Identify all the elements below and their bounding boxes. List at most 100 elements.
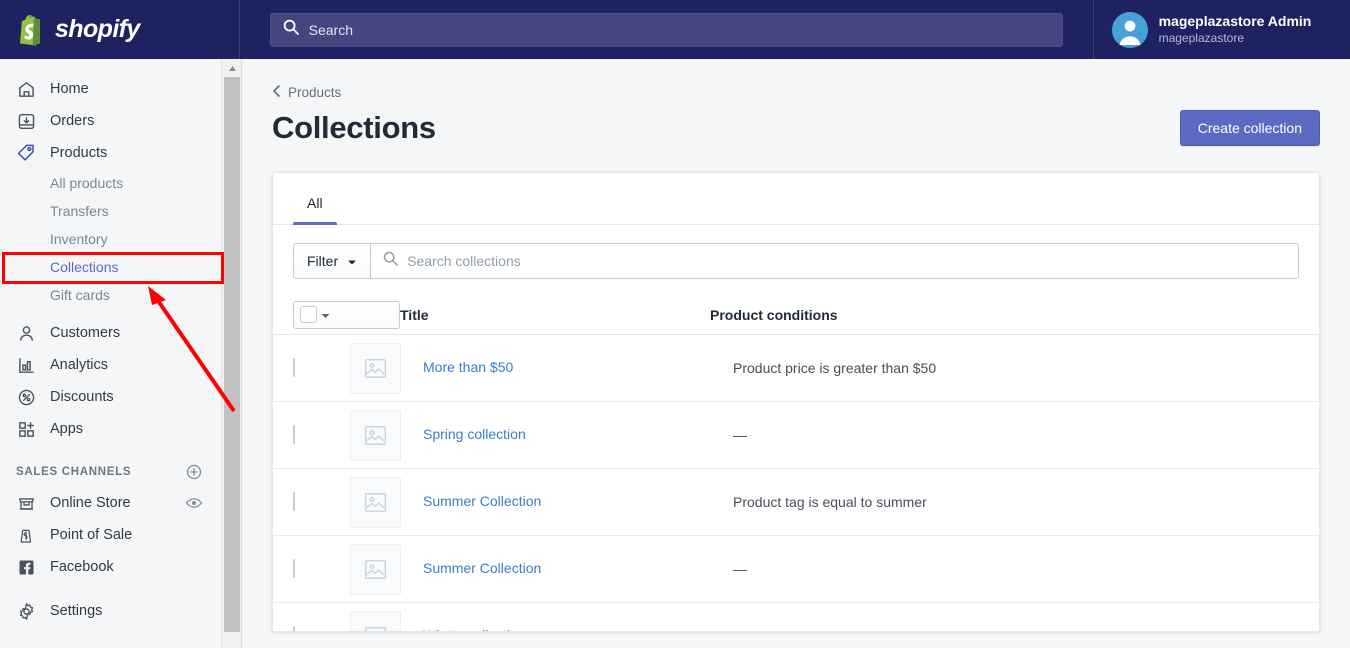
sidebar-item-label: Discounts — [50, 389, 114, 405]
collection-title-link[interactable]: Spring collection — [423, 426, 526, 442]
sidebar-item-online-store[interactable]: Online Store — [0, 487, 221, 519]
sidebar-item-label: Facebook — [50, 559, 114, 575]
row-checkbox[interactable] — [293, 492, 295, 511]
account-name: mageplazastore Admin — [1158, 13, 1312, 30]
collection-title-link[interactable]: Summer Collection — [423, 560, 541, 576]
sidebar-subitem-transfers[interactable]: Transfers — [0, 197, 221, 225]
collection-title-link[interactable]: Summer Collection — [423, 493, 541, 509]
sidebar-item-customers[interactable]: Customers — [0, 317, 221, 349]
home-icon — [16, 79, 36, 99]
eye-icon[interactable] — [185, 494, 203, 512]
chevron-up-icon[interactable] — [222, 59, 242, 77]
sidebar-item-label: Analytics — [50, 357, 109, 373]
filter-button[interactable]: Filter — [293, 243, 372, 279]
collection-conditions: Product price is greater than $50 — [733, 360, 937, 376]
column-header-product-conditions: Product conditions — [710, 306, 838, 323]
shopify-admin-window: shopify Search mageplazastore Admin mage… — [0, 0, 1350, 648]
orders-inbox-icon — [16, 111, 36, 131]
image-placeholder-icon — [350, 476, 401, 528]
create-collection-button[interactable]: Create collection — [1179, 110, 1320, 146]
products-tag-icon — [16, 143, 36, 163]
checkbox-icon[interactable] — [300, 306, 317, 323]
sidebar-subitem-label: Inventory — [50, 231, 108, 247]
search-collections-input[interactable]: Search collections — [371, 243, 1299, 279]
table-row[interactable]: Summer Collection — — [273, 536, 1319, 603]
analytics-bars-icon — [16, 355, 36, 375]
collection-conditions: — — [733, 427, 747, 443]
shopify-logo[interactable]: shopify — [0, 0, 239, 59]
shopify-bag-icon — [16, 13, 46, 46]
image-placeholder-icon — [350, 543, 401, 595]
sidebar-subitem-inventory[interactable]: Inventory — [0, 225, 221, 253]
sidebar-item-label: Products — [50, 145, 108, 161]
sidebar-scrollbar-thumb[interactable] — [224, 77, 240, 632]
sidebar-item-analytics[interactable]: Analytics — [0, 349, 221, 381]
select-all-checkbox[interactable] — [293, 300, 400, 329]
sidebar-item-label: Apps — [50, 421, 84, 437]
sidebar-subitem-gift-cards[interactable]: Gift cards — [0, 281, 221, 309]
sidebar-item-apps[interactable]: Apps — [0, 413, 221, 445]
search-icon — [283, 19, 299, 40]
sales-channels-title: SALES CHANNELS — [16, 466, 132, 478]
table-row[interactable]: Winter collection — — [273, 603, 1319, 631]
facebook-icon — [16, 557, 36, 577]
filter-bar: Filter Search collections — [273, 225, 1319, 295]
collections-card: All Filter Search collections Title Prod… — [272, 172, 1320, 632]
sidebar-item-point-of-sale[interactable]: Point of Sale — [0, 519, 221, 551]
sales-channels-header: SALES CHANNELS — [0, 457, 221, 487]
tab-label: All — [307, 195, 323, 211]
sidebar-item-label: Online Store — [50, 495, 131, 511]
table-row[interactable]: Summer Collection Product tag is equal t… — [273, 469, 1319, 536]
point-of-sale-icon — [16, 525, 36, 545]
filter-label: Filter — [307, 253, 339, 269]
caret-down-icon[interactable] — [321, 306, 330, 324]
row-checkbox[interactable] — [293, 559, 295, 578]
breadcrumb[interactable]: Products — [272, 85, 1320, 100]
sidebar-item-label: Customers — [50, 325, 121, 341]
sidebar-item-home[interactable]: Home — [0, 73, 221, 105]
column-header-title: Title — [400, 306, 429, 323]
sidebar-item-facebook[interactable]: Facebook — [0, 551, 221, 583]
tab-all[interactable]: All — [293, 195, 337, 225]
sidebar-subitem-collections[interactable]: Collections — [0, 253, 221, 281]
discount-percent-icon — [16, 387, 36, 407]
chevron-left-icon — [272, 85, 281, 100]
sidebar-item-orders[interactable]: Orders — [0, 105, 221, 137]
account-store: mageplazastore — [1158, 30, 1244, 45]
sidebar-item-discounts[interactable]: Discounts — [0, 381, 221, 413]
sidebar-item-label: Orders — [50, 113, 95, 129]
sidebar-item-settings[interactable]: Settings — [0, 595, 221, 627]
page-title: Collections — [272, 110, 436, 145]
collection-title-link[interactable]: Winter collection — [423, 627, 526, 631]
sidebar-subitem-all-products[interactable]: All products — [0, 169, 221, 197]
customer-person-icon — [16, 323, 36, 343]
row-checkbox[interactable] — [293, 626, 295, 631]
sidebar-item-label: Point of Sale — [50, 527, 133, 543]
search-collections-placeholder: Search collections — [407, 253, 521, 269]
sidebar-subitem-label: Gift cards — [50, 287, 110, 303]
apps-grid-icon — [16, 419, 36, 439]
table-row[interactable]: Spring collection — — [273, 402, 1319, 469]
collection-title-link[interactable]: More than $50 — [423, 359, 513, 375]
collection-conditions: Product tag is equal to summer — [733, 494, 927, 510]
sidebar-subitem-label: Transfers — [50, 203, 109, 219]
image-placeholder-icon — [350, 409, 401, 461]
row-checkbox[interactable] — [293, 425, 295, 444]
global-search-area: Search — [240, 12, 1093, 47]
search-icon — [383, 251, 398, 271]
plus-circle-icon[interactable] — [185, 463, 203, 481]
gear-icon — [16, 601, 36, 621]
main-content: Products Collections Create collection A… — [243, 59, 1350, 648]
chevron-down-icon — [347, 253, 357, 269]
sidebar-scrollbar[interactable] — [222, 59, 242, 648]
account-menu[interactable]: mageplazastore Admin mageplazastore — [1094, 0, 1350, 59]
sidebar-item-products[interactable]: Products — [0, 137, 221, 169]
sidebar-item-label: Home — [50, 81, 89, 97]
page-header: Collections Create collection — [272, 110, 1320, 146]
collection-conditions: — — [733, 628, 1299, 631]
sidebar-subitem-label: Collections — [50, 259, 119, 275]
table-row[interactable]: More than $50 Product price is greater t… — [273, 335, 1319, 402]
row-checkbox[interactable] — [293, 358, 295, 377]
search-input[interactable]: Search — [269, 12, 1063, 47]
user-avatar-icon — [1111, 11, 1148, 48]
